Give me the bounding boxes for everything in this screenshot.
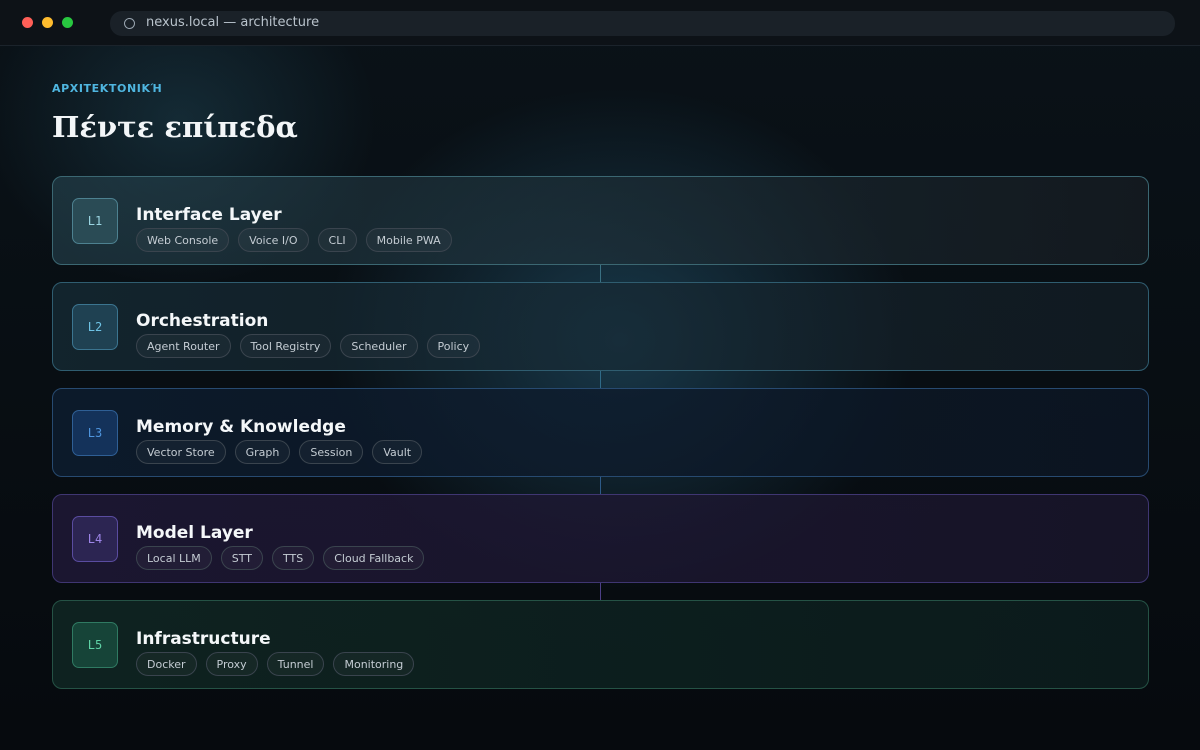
tag-chip[interactable]: TTS [272, 546, 315, 570]
layer-tags: Vector Store Graph Session Vault [136, 440, 423, 464]
tag-chip[interactable]: Session [299, 440, 364, 464]
layer-title: Model Layer [136, 523, 253, 543]
globe-icon [124, 18, 135, 29]
maximize-window-button[interactable] [62, 17, 73, 28]
layer-tags: Web Console Voice I/O CLI Mobile PWA [136, 228, 452, 252]
minimize-window-button[interactable] [42, 17, 53, 28]
tag-chip[interactable]: Agent Router [136, 334, 231, 358]
layer-title: Infrastructure [136, 629, 271, 649]
layer-badge: L2 [72, 304, 118, 350]
layer-tags: Local LLM STT TTS Cloud Fallback [136, 546, 425, 570]
tag-chip[interactable]: Vector Store [136, 440, 226, 464]
tag-chip[interactable]: Cloud Fallback [323, 546, 425, 570]
layer-tags: Docker Proxy Tunnel Monitoring [136, 652, 415, 676]
layer-badge: L5 [72, 622, 118, 668]
tag-chip[interactable]: Proxy [205, 652, 258, 676]
tag-chip[interactable]: Scheduler [340, 334, 418, 358]
tag-chip[interactable]: Vault [372, 440, 423, 464]
tag-chip[interactable]: Web Console [136, 228, 230, 252]
layer-card-l1[interactable]: L1 Interface Layer Web Console Voice I/O… [52, 176, 1149, 265]
layer-card-l5[interactable]: L5 Infrastructure Docker Proxy Tunnel Mo… [52, 600, 1149, 689]
tag-chip[interactable]: Monitoring [333, 652, 415, 676]
layer-connector [600, 265, 601, 283]
layer-title: Orchestration [136, 311, 269, 331]
page-title: Πέντε επίπεδα [52, 110, 298, 144]
tag-chip[interactable]: Tool Registry [239, 334, 332, 358]
tag-chip[interactable]: Voice I/O [238, 228, 309, 252]
address-text: nexus.local — architecture [146, 15, 320, 30]
layer-card-l3[interactable]: L3 Memory & Knowledge Vector Store Graph… [52, 388, 1149, 477]
tag-chip[interactable]: Policy [426, 334, 481, 358]
layer-title: Memory & Knowledge [136, 417, 346, 437]
tag-chip[interactable]: Graph [234, 440, 291, 464]
section-eyebrow: ΑΡΧΙΤΕΚΤΟΝΙΚΉ [52, 82, 163, 95]
close-window-button[interactable] [22, 17, 33, 28]
tag-chip[interactable]: STT [220, 546, 263, 570]
tag-chip[interactable]: Local LLM [136, 546, 212, 570]
layer-connector [600, 583, 601, 601]
layer-card-l2[interactable]: L2 Orchestration Agent Router Tool Regis… [52, 282, 1149, 371]
layer-connector [600, 477, 601, 495]
layer-title: Interface Layer [136, 205, 282, 225]
layer-connector [600, 371, 601, 389]
tag-chip[interactable]: Tunnel [266, 652, 325, 676]
layer-badge: L3 [72, 410, 118, 456]
tag-chip[interactable]: Mobile PWA [365, 228, 452, 252]
layer-badge: L1 [72, 198, 118, 244]
layer-card-l4[interactable]: L4 Model Layer Local LLM STT TTS Cloud F… [52, 494, 1149, 583]
address-bar[interactable]: nexus.local — architecture [110, 11, 1175, 36]
tag-chip[interactable]: Docker [136, 652, 197, 676]
tag-chip[interactable]: CLI [317, 228, 357, 252]
layer-badge: L4 [72, 516, 118, 562]
browser-titlebar: nexus.local — architecture [0, 0, 1200, 46]
layer-tags: Agent Router Tool Registry Scheduler Pol… [136, 334, 481, 358]
